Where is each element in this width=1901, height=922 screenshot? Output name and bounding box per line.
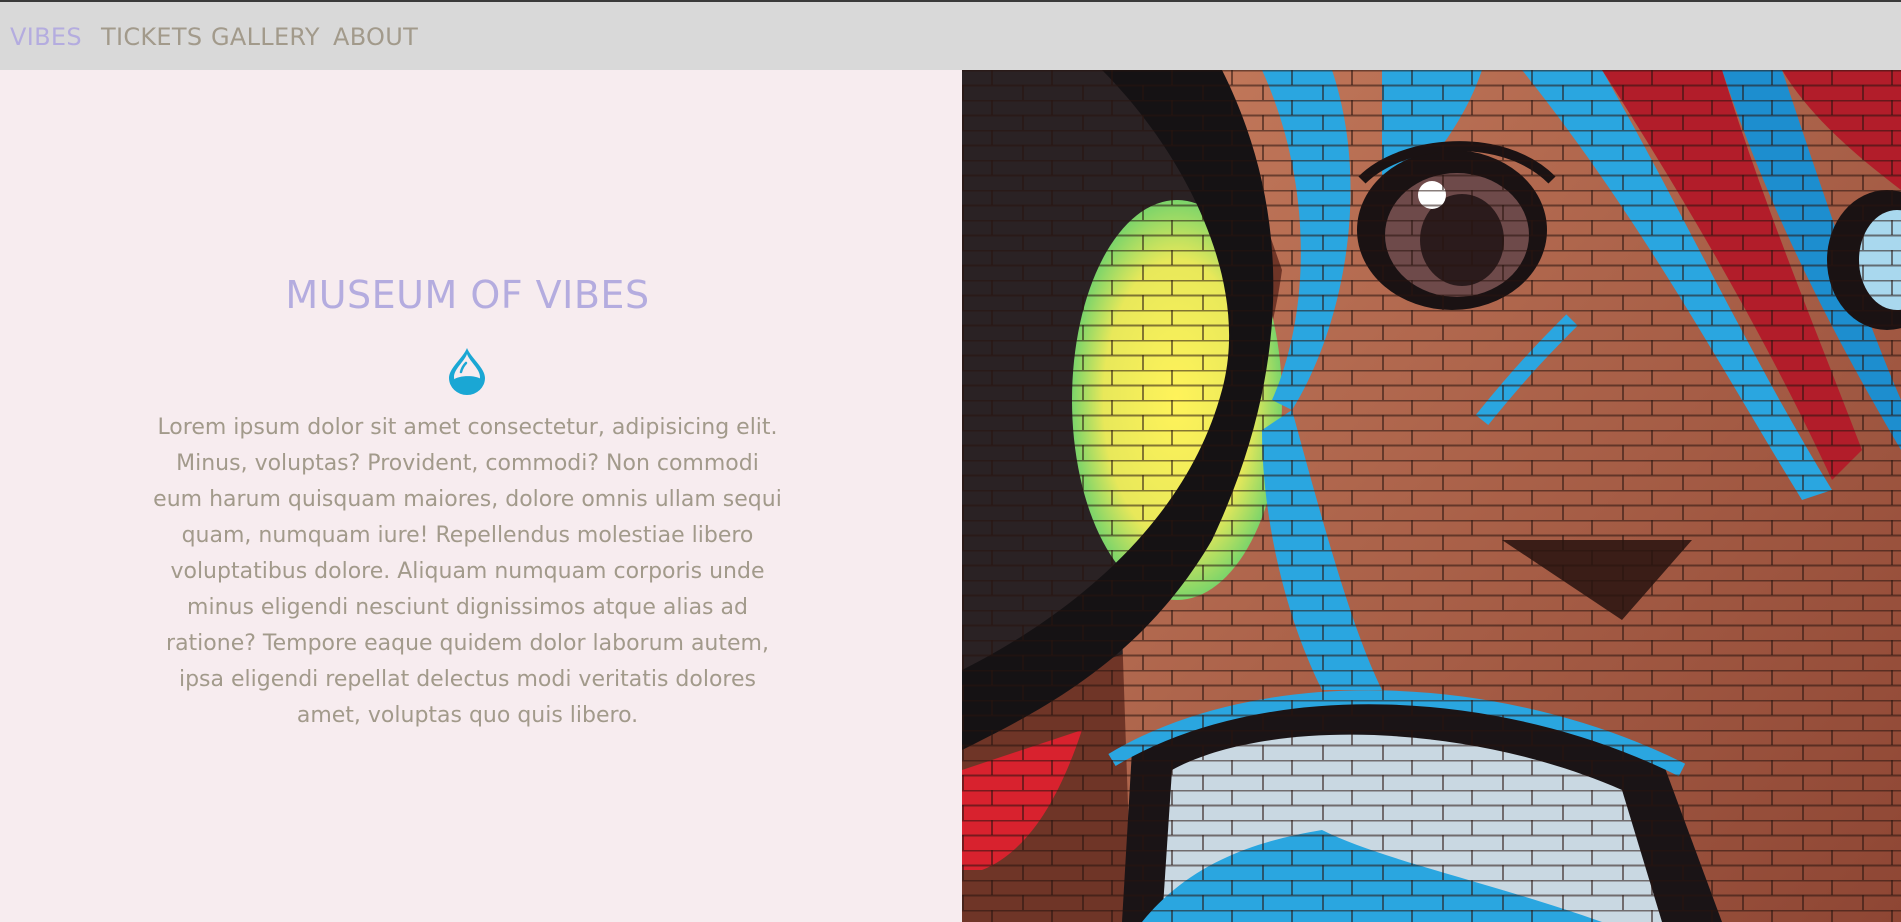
hero-description: Lorem ipsum dolor sit amet consectetur, …	[153, 415, 782, 728]
mural-artwork	[962, 70, 1901, 922]
page-title: MUSEUM OF VIBES	[285, 273, 650, 317]
nav-link-gallery[interactable]: GALLERY	[211, 22, 320, 52]
graffiti-mural-image	[962, 70, 1901, 922]
nav-brand-link[interactable]: VIBES	[10, 22, 82, 52]
nav-link-about[interactable]: ABOUT	[333, 22, 418, 52]
nav-link-tickets[interactable]: TICKETS	[101, 22, 202, 52]
top-navbar: VIBES TICKETS GALLERY ABOUT	[0, 2, 1901, 70]
hero-text-panel: MUSEUM OF VIBES Lorem ipsum dolor sit am…	[0, 70, 962, 922]
water-drop-icon	[449, 348, 485, 395]
